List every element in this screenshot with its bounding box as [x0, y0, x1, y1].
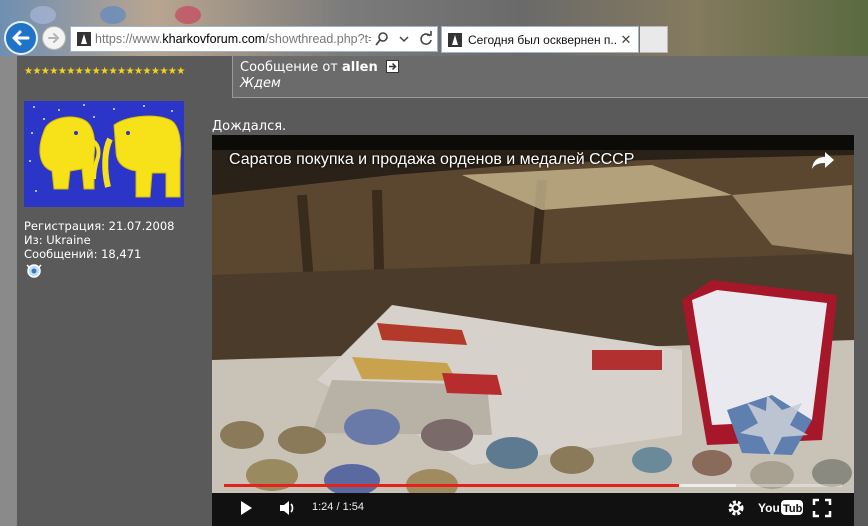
- video-frame: [212, 135, 854, 526]
- online-status-icon: [26, 264, 42, 278]
- browser-toolbar: https://www.kharkovforum.com/showthread.…: [0, 0, 868, 56]
- video-played: [224, 484, 679, 487]
- forward-arrow-icon: [48, 33, 60, 43]
- user-location: Из: Ukraine: [24, 233, 91, 247]
- back-button[interactable]: [4, 21, 38, 55]
- background-blur: [175, 6, 201, 24]
- address-url[interactable]: https://www.kharkovforum.com/showthread.…: [95, 32, 371, 46]
- play-icon[interactable]: [238, 500, 254, 516]
- search-icon[interactable]: [374, 31, 390, 47]
- svg-text:Tube: Tube: [783, 503, 804, 515]
- forward-button[interactable]: [42, 26, 66, 50]
- quote-prefix: Сообщение от: [240, 60, 338, 75]
- rank-stars: ★★★★★★★★★★★★★★★★★★★: [24, 66, 185, 77]
- tab-title: Сегодня был осквернен п...: [468, 32, 618, 47]
- video-progress-bar[interactable]: [224, 484, 842, 487]
- avatar-elephant-drawing: [24, 101, 184, 207]
- avatar[interactable]: [24, 101, 184, 207]
- svg-text:You: You: [758, 501, 780, 515]
- address-bar[interactable]: https://www.kharkovforum.com/showthread.…: [70, 26, 438, 52]
- dropdown-icon[interactable]: [396, 31, 412, 47]
- site-favicon-icon: [77, 32, 91, 46]
- user-info-panel: ★★★★★★★★★★★★★★★★★★★ Регистрация: 21.07.2…: [17, 56, 205, 526]
- post-text: Дождался.: [212, 119, 287, 134]
- back-arrow-icon: [12, 30, 30, 46]
- quote-header: Сообщение от allen: [240, 60, 399, 75]
- browser-tab[interactable]: Сегодня был осквернен п... ✕: [441, 26, 639, 53]
- page-left-margin: [0, 56, 17, 526]
- video-controls: 1:24 / 1:54 You Tube: [212, 493, 854, 523]
- refresh-icon[interactable]: [418, 31, 434, 47]
- quote-author[interactable]: allen: [342, 60, 378, 75]
- volume-icon[interactable]: [278, 499, 298, 517]
- close-tab-icon[interactable]: ✕: [618, 32, 634, 48]
- quote-block: Сообщение от allen Ждем: [232, 56, 868, 98]
- video-buffered: [679, 484, 736, 487]
- video-time: 1:24 / 1:54: [312, 501, 364, 513]
- video-player[interactable]: Саратов покупка и продажа орденов и меда…: [212, 135, 854, 526]
- post-count: Сообщений: 18,471: [24, 247, 142, 261]
- background-blur: [100, 6, 126, 24]
- quote-text: Ждем: [240, 76, 281, 91]
- share-icon[interactable]: [810, 149, 836, 171]
- fullscreen-icon[interactable]: [812, 498, 832, 518]
- background-blur: [30, 6, 56, 24]
- settings-gear-icon[interactable]: [726, 498, 746, 518]
- youtube-logo-icon[interactable]: You Tube: [758, 498, 804, 518]
- new-tab-button[interactable]: [640, 26, 668, 53]
- registration-date: Регистрация: 21.07.2008: [24, 219, 175, 233]
- view-post-icon[interactable]: [385, 60, 399, 73]
- video-title[interactable]: Саратов покупка и продажа орденов и меда…: [229, 151, 634, 169]
- site-favicon-icon: [448, 32, 462, 47]
